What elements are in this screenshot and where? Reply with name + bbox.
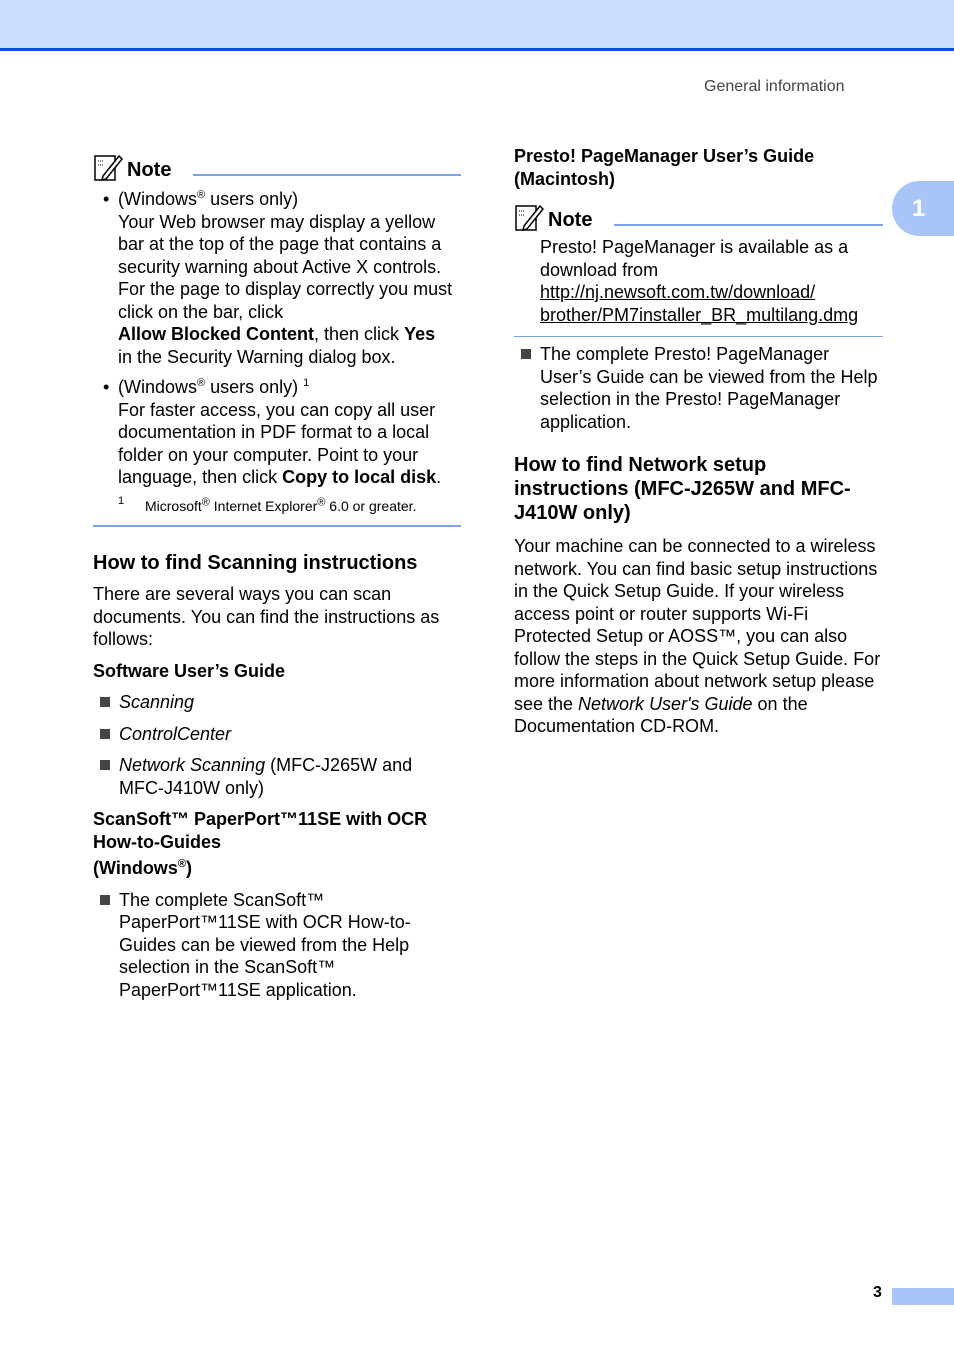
text: Internet Explorer (209, 497, 318, 514)
download-link[interactable]: http://nj.newsoft.com.tw/download/ (540, 282, 815, 302)
italic-term: Scanning (119, 692, 195, 712)
note-body: Presto! PageManager is available as a do… (514, 236, 883, 326)
text: (Windows (93, 858, 178, 878)
registered-mark: ® (197, 189, 206, 201)
list-item: Scanning (93, 691, 461, 714)
text: Microsoft (145, 497, 202, 514)
list-item: The complete Presto! PageManager User’s … (514, 343, 883, 433)
section-heading: How to find Scanning instructions (93, 552, 418, 574)
bullet: • (103, 377, 110, 397)
note-item: • (Windows® users only) Your Web browser… (93, 188, 461, 368)
header-band (0, 0, 954, 51)
registered-mark: ® (197, 377, 206, 389)
text: , then click (314, 324, 405, 344)
text: 6.0 or greater. (325, 497, 417, 514)
italic-term: ControlCenter (119, 723, 232, 744)
bold-term: Yes (404, 324, 436, 344)
note-divider (193, 174, 461, 176)
note-end-divider (93, 525, 461, 527)
text: users only) (205, 377, 304, 397)
running-title: General information (704, 78, 845, 95)
bold-term: Copy to local disk (282, 467, 437, 487)
note-pencil-icon (94, 154, 123, 182)
list-item: The complete ScanSoft™ PaperPort™11SE wi… (93, 889, 461, 1002)
note-divider (614, 224, 883, 226)
paragraph: There are several ways you can scan docu… (93, 584, 440, 649)
note-title: Note (127, 159, 172, 181)
square-bullet (100, 760, 110, 770)
subheading: Software User’s Guide (93, 660, 286, 681)
subheading: ScanSoft™ PaperPort™11SE with OCR How-to… (93, 809, 428, 852)
text: Your machine can be connected to a wirel… (514, 536, 881, 714)
subheading: (Windows®) (93, 857, 461, 880)
note-header: Note (514, 200, 883, 232)
paragraph: Your machine can be connected to a wirel… (514, 535, 883, 738)
square-bullet (100, 697, 110, 707)
page-number: 3 (873, 1284, 882, 1301)
footnote-ref[interactable]: 1 (303, 377, 309, 389)
text: (Windows (118, 189, 198, 209)
download-link[interactable]: brother/PM7installer_BR_multilang.dmg (540, 305, 858, 325)
note-end-divider (514, 336, 883, 337)
note-item: • (Windows® users only) 1 For faster acc… (93, 376, 461, 489)
italic-term: Network User's Guide (578, 693, 753, 714)
square-bullet (100, 894, 110, 905)
text: The complete Presto! PageManager User’s … (540, 344, 878, 432)
note-header: Note (93, 150, 461, 182)
registered-mark: ® (201, 495, 210, 508)
square-bullet (100, 728, 110, 739)
bullet: • (103, 189, 110, 209)
footnote: 1 Microsoft® Internet Explorer® 6.0 or g… (118, 494, 417, 514)
page-number-bar (892, 1288, 954, 1305)
list-item: Network Scanning (MFC-J265W and MFC-J410… (93, 754, 461, 799)
italic-term: Network Scanning (119, 755, 266, 775)
list-item: ControlCenter (93, 723, 461, 746)
registered-mark: ® (177, 858, 186, 870)
square-bullet (521, 349, 531, 359)
text: Presto! PageManager is available as a do… (540, 237, 849, 280)
left-column: Note • (Windows® users only) Your Web br… (93, 150, 461, 1001)
text: users only) (205, 189, 299, 209)
right-column: Presto! PageManager User’s Guide (Macint… (514, 145, 883, 738)
note-body: in the Security Warning dialog box. (118, 346, 396, 367)
text: (Windows (118, 377, 198, 397)
subheading: Presto! PageManager User’s Guide (Macint… (514, 146, 815, 189)
note-pencil-icon (515, 204, 544, 232)
note-title: Note (548, 209, 593, 231)
note-body: Your Web browser may display a yellow ba… (118, 211, 453, 322)
text: The complete ScanSoft™ PaperPort™11SE wi… (119, 889, 411, 1000)
text: . (436, 467, 442, 487)
section-heading: How to find Network setup instructions (… (514, 454, 851, 524)
text: ) (185, 858, 192, 878)
bold-term: Allow Blocked Content (118, 324, 315, 344)
chapter-tab[interactable]: 1 (892, 181, 954, 236)
